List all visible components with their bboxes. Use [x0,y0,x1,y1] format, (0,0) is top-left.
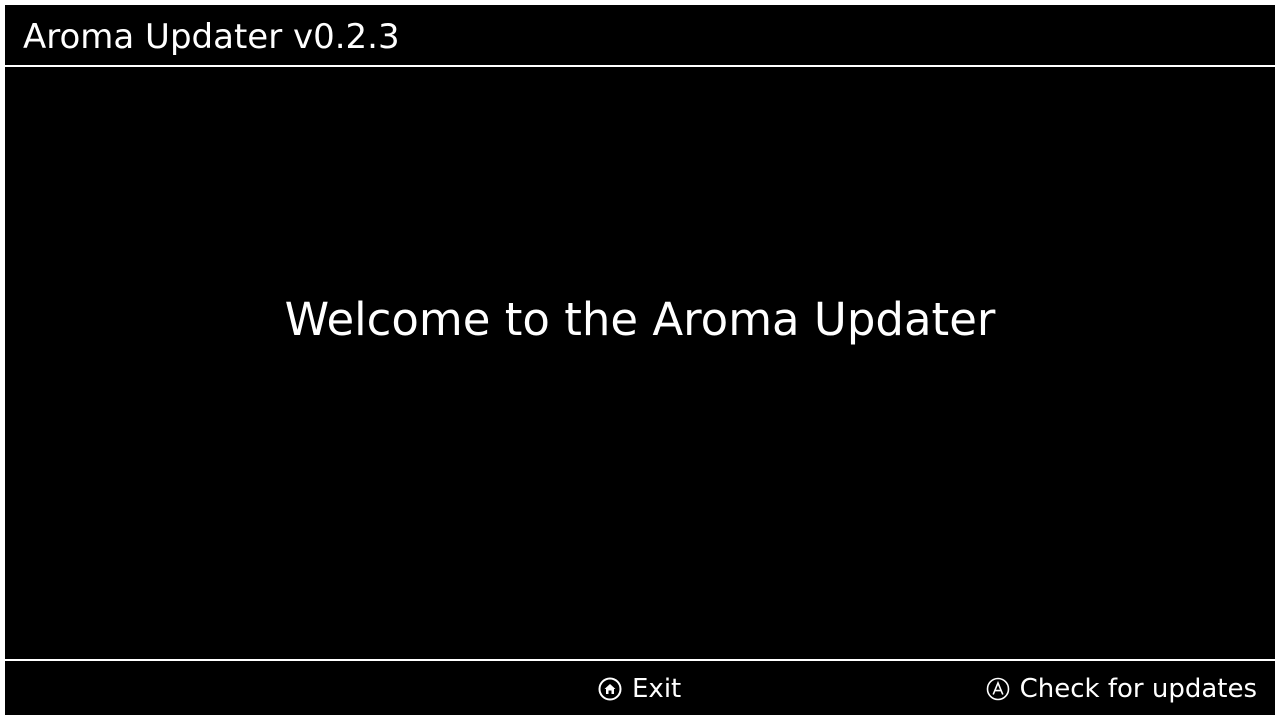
check-for-updates-button[interactable]: Check for updates [986,671,1257,707]
check-for-updates-label: Check for updates [1019,674,1257,704]
title-bar: Aroma Updater v0.2.3 [5,5,1275,67]
a-button-icon [986,677,1010,701]
main-content: Welcome to the Aroma Updater [5,67,1275,659]
app-title: Aroma Updater v0.2.3 [23,17,400,57]
exit-button[interactable]: Exit [598,671,681,707]
welcome-message: Welcome to the Aroma Updater [284,293,996,346]
button-hint-bar: Exit Check for updates [5,659,1275,717]
app-window: Aroma Updater v0.2.3 Welcome to the Arom… [5,5,1275,715]
home-button-icon [598,677,622,701]
exit-label: Exit [632,674,682,704]
